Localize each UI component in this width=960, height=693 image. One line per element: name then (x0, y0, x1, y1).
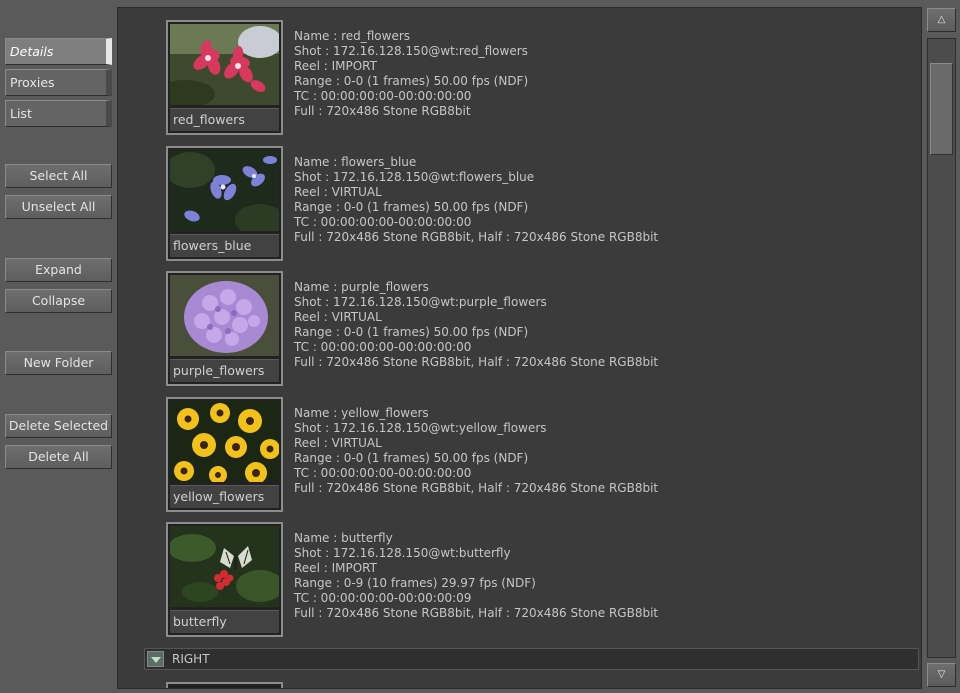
scroll-track[interactable] (927, 38, 956, 658)
vertical-scrollbar[interactable]: △ ▽ (923, 0, 960, 693)
triangle-up-icon: △ (937, 14, 946, 25)
expand-button[interactable]: Expand (5, 258, 112, 282)
clip-item-flowers-blue[interactable]: flowers_blue Name : flowers_blue Shot : … (166, 146, 866, 261)
clip-item-yellow-flowers[interactable]: yellow_flowers Name : yellow_flowers Sho… (166, 397, 866, 512)
clip-name: Name : yellow_flowers (294, 406, 429, 420)
clip-range: Range : 0-0 (1 frames) 50.00 fps (NDF) (294, 74, 529, 89)
tab-list[interactable]: List (5, 100, 112, 127)
clip-thumbnail-label: yellow_flowers (170, 485, 279, 508)
clip-thumbnail-frame[interactable]: butterfly (166, 522, 283, 637)
clip-resolution: Full : 720x486 Stone RGB8bit, Half : 720… (294, 355, 659, 370)
tab-details[interactable]: Details (5, 38, 112, 65)
clip-timecode: TC : 00:00:00:00-00:00:00:09 (294, 591, 472, 606)
clip-details: Name : flowers_blue Shot : 172.16.128.15… (294, 155, 658, 246)
clip-thumbnail-purple-flowers (170, 275, 279, 356)
clip-list[interactable]: red_flowers Name : red_flowers Shot : 17… (117, 7, 922, 689)
clip-thumbnail-frame[interactable]: flowers_blue (166, 146, 283, 261)
clip-reel: Reel : IMPORT (294, 59, 377, 74)
collapse-button[interactable]: Collapse (5, 289, 112, 313)
scroll-thumb[interactable] (930, 63, 953, 155)
clip-timecode: TC : 00:00:00:00-00:00:00:00 (294, 215, 472, 230)
tab-proxies[interactable]: Proxies (5, 69, 112, 96)
clip-name: Name : purple_flowers (294, 280, 429, 294)
clip-item-butterfly[interactable]: butterfly Name : butterfly Shot : 172.16… (166, 522, 866, 637)
clip-thumbnail-butterfly (170, 526, 279, 607)
clip-details: Name : butterfly Shot : 172.16.128.150@w… (294, 531, 658, 622)
clip-timecode: TC : 00:00:00:00-00:00:00:00 (294, 340, 472, 355)
clip-range: Range : 0-9 (10 frames) 29.97 fps (NDF) (294, 576, 536, 591)
clip-range: Range : 0-0 (1 frames) 50.00 fps (NDF) (294, 451, 529, 466)
clip-thumbnail-flowers-blue (170, 150, 279, 231)
clip-timecode: TC : 00:00:00:00-00:00:00:00 (294, 89, 472, 104)
clip-thumbnail-frame[interactable]: purple_flowers (166, 271, 283, 386)
clip-range: Range : 0-0 (1 frames) 50.00 fps (NDF) (294, 200, 529, 215)
clip-resolution: Full : 720x486 Stone RGB8bit, Half : 720… (294, 606, 659, 621)
scroll-up-button[interactable]: △ (927, 8, 956, 32)
clip-reel: Reel : VIRTUAL (294, 310, 382, 325)
triangle-down-icon: ▽ (937, 669, 946, 680)
clip-thumbnail-label: butterfly (170, 610, 279, 633)
clip-resolution: Full : 720x486 Stone RGB8bit (294, 104, 471, 119)
clip-thumbnail-frame[interactable]: red_flowers (166, 20, 283, 135)
clip-thumbnail-frame-partial[interactable] (166, 682, 283, 688)
clip-shot: Shot : 172.16.128.150@wt:red_flowers (294, 44, 528, 59)
clip-reel: Reel : VIRTUAL (294, 436, 382, 451)
clip-details: Name : red_flowers Shot : 172.16.128.150… (294, 29, 528, 120)
clip-resolution: Full : 720x486 Stone RGB8bit, Half : 720… (294, 481, 659, 496)
folder-row-right[interactable]: RIGHT (144, 648, 919, 670)
clip-name: Name : red_flowers (294, 29, 411, 43)
clip-thumbnail-label: red_flowers (170, 108, 279, 131)
folder-label: RIGHT (172, 652, 210, 666)
clip-range: Range : 0-0 (1 frames) 50.00 fps (NDF) (294, 325, 529, 340)
clip-shot: Shot : 172.16.128.150@wt:purple_flowers (294, 295, 547, 310)
clip-resolution: Full : 720x486 Stone RGB8bit, Half : 720… (294, 230, 659, 245)
clip-name: Name : flowers_blue (294, 155, 417, 169)
select-all-button[interactable]: Select All (5, 164, 112, 188)
clip-thumbnail-frame[interactable]: yellow_flowers (166, 397, 283, 512)
clip-shot: Shot : 172.16.128.150@wt:flowers_blue (294, 170, 535, 185)
clip-thumbnail-label: flowers_blue (170, 234, 279, 257)
unselect-all-button[interactable]: Unselect All (5, 195, 112, 219)
clip-thumbnail-red-flowers (170, 24, 279, 105)
clip-item-red-flowers[interactable]: red_flowers Name : red_flowers Shot : 17… (166, 20, 866, 135)
clip-details: Name : yellow_flowers Shot : 172.16.128.… (294, 406, 658, 497)
clip-thumbnail-yellow-flowers (170, 401, 279, 482)
clip-reel: Reel : IMPORT (294, 561, 377, 576)
left-panel: Details Proxies List Select All Unselect… (0, 0, 116, 693)
scroll-down-button[interactable]: ▽ (927, 663, 956, 687)
new-folder-button[interactable]: New Folder (5, 351, 112, 375)
clip-item-purple-flowers[interactable]: purple_flowers Name : purple_flowers Sho… (166, 271, 866, 386)
clip-reel: Reel : VIRTUAL (294, 185, 382, 200)
clip-details: Name : purple_flowers Shot : 172.16.128.… (294, 280, 658, 371)
clip-name: Name : butterfly (294, 531, 393, 545)
delete-all-button[interactable]: Delete All (5, 445, 112, 469)
delete-selected-button[interactable]: Delete Selected (5, 414, 112, 438)
clip-timecode: TC : 00:00:00:00-00:00:00:00 (294, 466, 472, 481)
clip-shot: Shot : 172.16.128.150@wt:yellow_flowers (294, 421, 547, 436)
clip-shot: Shot : 172.16.128.150@wt:butterfly (294, 546, 511, 561)
clip-thumbnail-label: purple_flowers (170, 359, 279, 382)
chevron-down-icon[interactable] (147, 651, 164, 667)
